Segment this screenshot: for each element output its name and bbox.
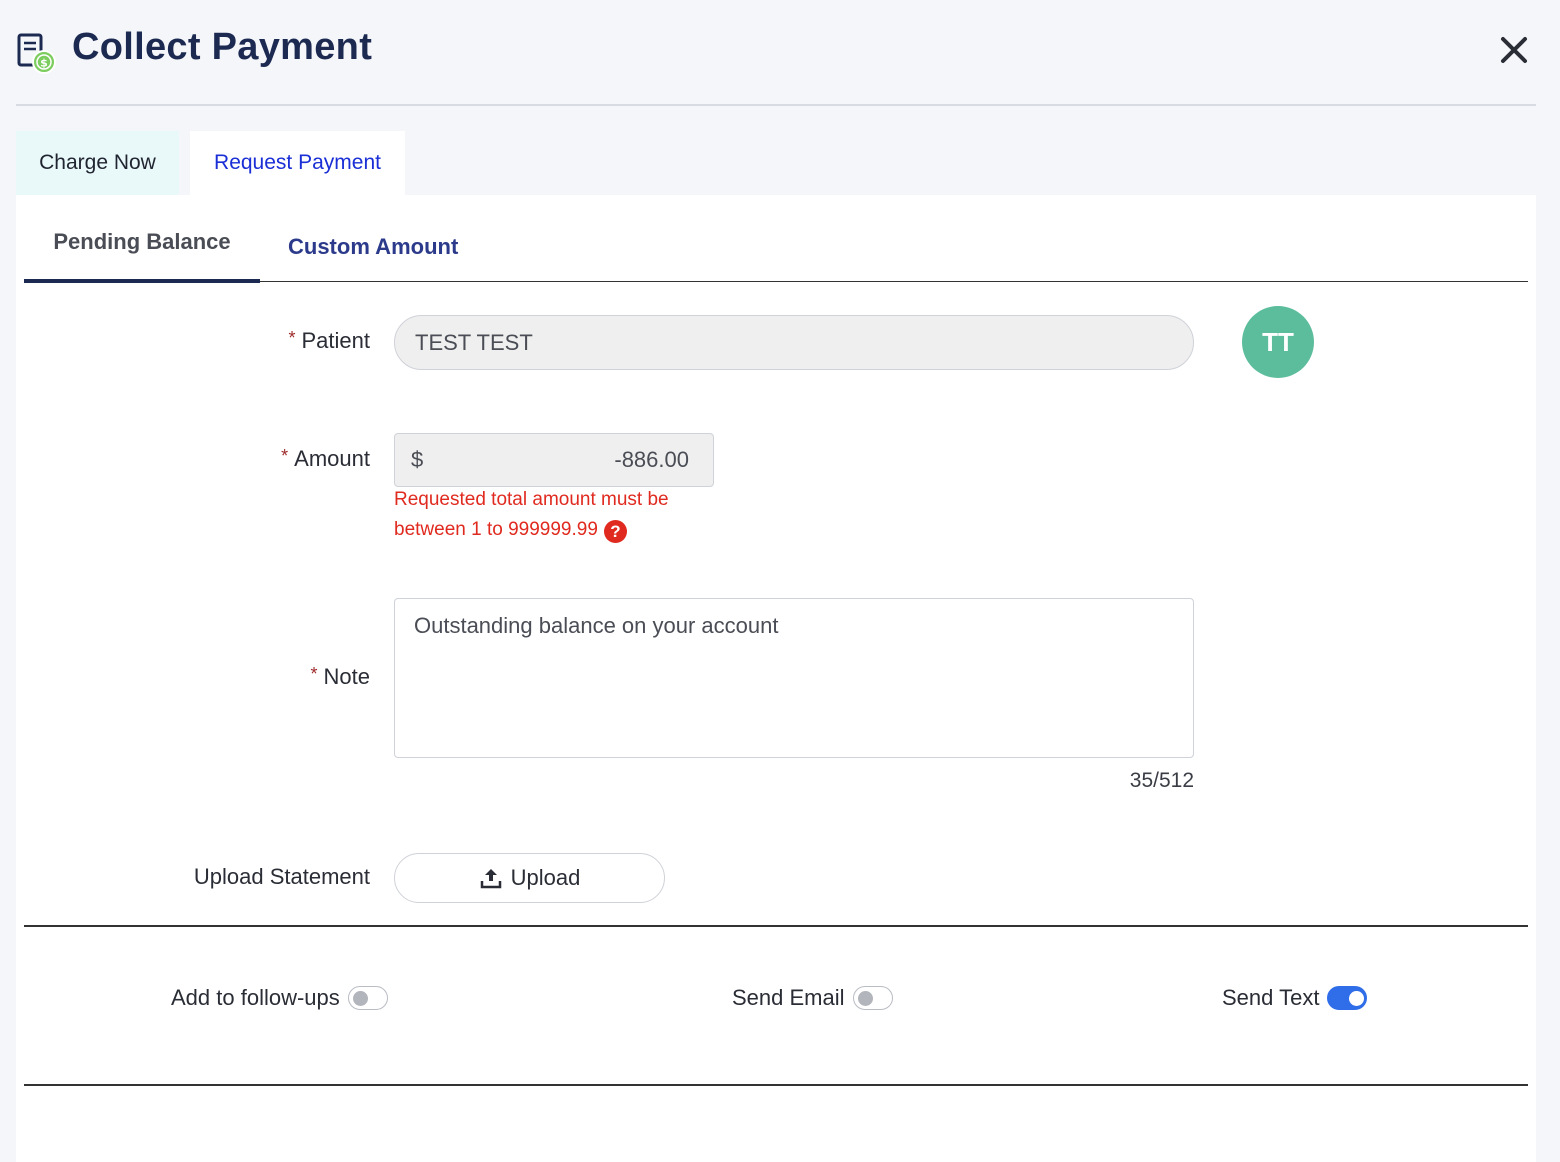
request-payment-panel: Pending Balance Custom Amount * Patient T… xyxy=(16,195,1536,1162)
error-line: Requested total amount must be xyxy=(394,489,669,510)
required-marker: * xyxy=(281,446,289,466)
patient-label: * Patient xyxy=(288,328,370,353)
toggle-add-to-follow-ups: Add to follow-ups xyxy=(171,985,388,1011)
upload-icon xyxy=(480,869,501,889)
subtab-label: Custom Amount xyxy=(288,233,459,259)
upload-button-label: Upload xyxy=(510,865,581,890)
toggle-send-email: Send Email xyxy=(732,985,893,1011)
toggle-label: Add to follow-ups xyxy=(171,985,340,1010)
svg-text:$: $ xyxy=(40,57,48,70)
note-char-counter: 35/512 xyxy=(1129,769,1194,792)
follow-ups-switch[interactable] xyxy=(347,986,388,1010)
upload-statement-label: Upload Statement xyxy=(193,864,370,889)
note-label: * Note xyxy=(310,664,371,689)
close-icon[interactable] xyxy=(1498,34,1530,66)
amount-label: * Amount xyxy=(281,446,370,471)
modal-header: $ Collect Payment xyxy=(16,0,1536,106)
subtab-pending-balance[interactable]: Pending Balance xyxy=(24,195,260,283)
toggle-label: Send Email xyxy=(732,985,845,1010)
error-line: between 1 to 999999.99 xyxy=(394,519,598,540)
help-question-icon[interactable]: ? xyxy=(603,520,627,543)
balance-subtabs: Pending Balance Custom Amount xyxy=(24,195,1528,283)
avatar: TT xyxy=(1242,306,1314,378)
section-divider xyxy=(24,925,1528,927)
tab-label: Request Payment xyxy=(214,151,381,174)
tab-charge-now[interactable]: Charge Now xyxy=(16,131,179,195)
amount-value: -886.00 xyxy=(614,447,689,472)
tab-label: Charge Now xyxy=(39,151,156,174)
subtab-label: Pending Balance xyxy=(53,229,231,254)
payment-document-icon: $ xyxy=(17,33,56,74)
required-marker: * xyxy=(310,664,318,684)
send-text-switch[interactable] xyxy=(1327,986,1368,1010)
toggle-label: Send Text xyxy=(1222,985,1320,1010)
upload-button[interactable]: Upload xyxy=(394,853,665,903)
amount-field[interactable]: $ -886.00 xyxy=(394,433,714,487)
amount-error-message: Requested total amount must be between 1… xyxy=(394,485,714,545)
patient-field[interactable]: TEST TEST xyxy=(394,315,1194,370)
subtab-custom-amount[interactable]: Custom Amount xyxy=(288,203,458,290)
currency-symbol: $ xyxy=(411,447,424,472)
toggle-send-text: Send Text xyxy=(1222,985,1368,1011)
tab-request-payment[interactable]: Request Payment xyxy=(190,131,405,195)
note-textarea[interactable]: Outstanding balance on your account xyxy=(394,598,1194,758)
modal-title: Collect Payment xyxy=(72,26,373,68)
required-marker: * xyxy=(288,328,296,348)
note-value: Outstanding balance on your account xyxy=(414,613,779,638)
send-email-switch[interactable] xyxy=(852,986,893,1010)
section-divider xyxy=(24,1084,1528,1086)
payment-mode-tabs: Charge Now Request Payment xyxy=(16,131,405,195)
avatar-initials: TT xyxy=(1262,326,1294,357)
patient-value: TEST TEST xyxy=(415,329,533,355)
